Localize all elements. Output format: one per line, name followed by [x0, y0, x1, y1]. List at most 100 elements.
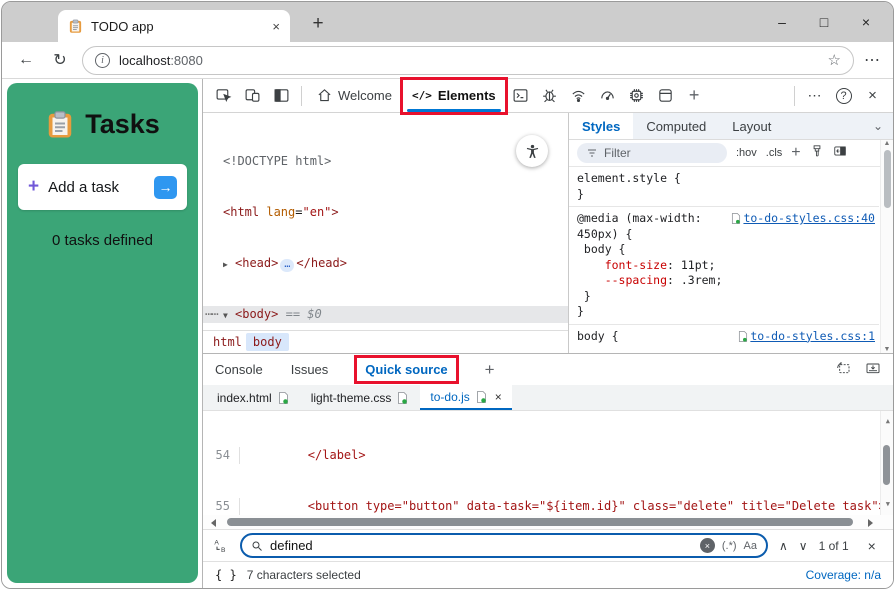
refresh-button[interactable]: ↻: [48, 50, 72, 70]
active-tab-underline: [406, 108, 501, 112]
network-wifi-icon[interactable]: [564, 81, 593, 111]
expand-arrow-icon[interactable]: ▶: [223, 256, 228, 273]
collapsed-content-button[interactable]: …: [280, 259, 295, 272]
new-style-rule-button[interactable]: +: [791, 144, 800, 162]
tree-line-head[interactable]: ▶ <head>… </head>: [203, 255, 568, 272]
hover-state-toggle[interactable]: :hov: [736, 147, 757, 159]
devtools-toolbar: Welcome </> Elements + ⋯ ? ×: [203, 76, 893, 115]
browser-tab[interactable]: TODO app ×: [58, 10, 290, 42]
clipboard-favicon-icon: [69, 19, 82, 33]
drawer-tabs: Console Issues Quick source +: [203, 354, 893, 385]
close-file-icon[interactable]: ×: [495, 390, 502, 404]
scrollbar-thumb[interactable]: [227, 518, 853, 526]
devtools-drawer: Console Issues Quick source + index.html…: [203, 353, 893, 588]
chevron-down-icon[interactable]: ⌄: [873, 113, 893, 139]
scrollbar-thumb[interactable]: [883, 150, 891, 208]
clipboard-icon: [48, 110, 72, 137]
devtools-help-icon[interactable]: ?: [829, 81, 858, 111]
node-menu-dots[interactable]: ⋯⋯: [205, 306, 218, 323]
add-task-field[interactable]: + Add a task →: [18, 164, 187, 210]
tree-line-html[interactable]: <html lang="en">: [203, 204, 568, 221]
window-maximize-button[interactable]: □: [803, 2, 845, 42]
file-tab-index-html[interactable]: index.html: [207, 385, 299, 410]
application-box-icon[interactable]: [651, 81, 680, 111]
devtools-close-button[interactable]: ×: [858, 81, 887, 111]
tab-close-icon[interactable]: ×: [272, 19, 280, 34]
url-field[interactable]: i localhost:8080 ☆: [82, 45, 854, 75]
search-icon: [252, 541, 262, 551]
code-line: 55 <button type="button" data-task="${it…: [215, 498, 893, 515]
activity-bar-toggle-icon[interactable]: [267, 81, 296, 111]
console-icon[interactable]: [506, 81, 535, 111]
stylesheet-link[interactable]: to-do-styles.css:40: [731, 211, 875, 227]
more-tools-button[interactable]: +: [680, 81, 709, 111]
new-tab-button[interactable]: +: [304, 10, 332, 38]
window-minimize-button[interactable]: –: [761, 2, 803, 42]
file-tab-light-theme-css[interactable]: light-theme.css: [301, 385, 419, 410]
tab-elements[interactable]: </> Elements: [399, 76, 508, 115]
tab-computed[interactable]: Computed: [633, 113, 719, 139]
stylesheet-link[interactable]: to-do-styles.css:1: [738, 329, 875, 345]
performance-gauge-icon[interactable]: [593, 81, 622, 111]
breadcrumb-body[interactable]: body: [245, 333, 289, 351]
tab-styles[interactable]: Styles: [569, 113, 634, 139]
submit-task-button[interactable]: →: [154, 175, 177, 199]
tree-line-doctype[interactable]: <!DOCTYPE html>: [203, 153, 568, 170]
tab-layout[interactable]: Layout: [719, 113, 784, 139]
breadcrumb-html[interactable]: html: [213, 335, 242, 349]
tab-console[interactable]: Console: [215, 362, 263, 377]
scrollbar-thumb[interactable]: [883, 445, 890, 485]
find-next-button[interactable]: ∨: [799, 539, 808, 553]
styles-filter-input[interactable]: Filter: [577, 143, 727, 163]
dock-drawer-icon[interactable]: [865, 360, 881, 379]
url-host: localhost: [119, 52, 171, 68]
browser-menu-button[interactable]: ⋯: [864, 50, 881, 70]
device-emulation-icon[interactable]: [238, 81, 267, 111]
clear-search-icon[interactable]: ×: [699, 538, 715, 553]
find-replace-toggle-icon[interactable]: AB: [213, 538, 229, 554]
style-rule-element[interactable]: element.style {}: [569, 167, 879, 207]
style-rule-body[interactable]: to-do-styles.css:1 body {: [569, 325, 879, 349]
class-toggle[interactable]: .cls: [766, 147, 783, 159]
code-horizontal-scrollbar[interactable]: [203, 515, 893, 529]
paintbrush-icon[interactable]: [810, 144, 824, 163]
inspect-icon[interactable]: [209, 81, 238, 111]
tab-quick-source[interactable]: Quick source: [354, 355, 459, 384]
undock-drawer-icon[interactable]: [835, 360, 851, 379]
source-code-view[interactable]: 54 </label> 55 <button type="button" dat…: [203, 411, 893, 515]
accessibility-overlay-button[interactable]: [516, 135, 548, 167]
search-input[interactable]: defined × (.*) Aa: [240, 533, 768, 558]
file-tab-to-do-js[interactable]: to-do.js ×: [420, 385, 512, 410]
scroll-left-arrow[interactable]: [211, 519, 216, 527]
code-vertical-scrollbar[interactable]: ▲ ▼: [880, 411, 893, 515]
collapse-arrow-icon[interactable]: ▼: [223, 307, 228, 324]
match-case-toggle[interactable]: Aa: [744, 540, 757, 552]
bookmark-star-icon[interactable]: ☆: [828, 51, 841, 69]
pretty-print-icon[interactable]: { }: [215, 568, 237, 582]
address-bar: ← ↻ i localhost:8080 ☆ ⋯: [2, 42, 893, 79]
find-bar: AB defined × (.*) Aa ∧ ∨ 1 of 1 ×: [203, 529, 893, 561]
memory-chip-icon[interactable]: [622, 81, 651, 111]
tree-line-body[interactable]: ⋯⋯ ▼ <body> == $0: [203, 306, 568, 323]
site-info-icon[interactable]: i: [95, 52, 110, 68]
close-find-bar-icon[interactable]: ×: [868, 538, 876, 554]
tab-issues[interactable]: Issues: [291, 362, 329, 377]
back-button[interactable]: ←: [14, 51, 38, 69]
style-rule-media[interactable]: to-do-styles.css:40 @media (max-width: 450…: [569, 207, 879, 325]
add-drawer-tab-button[interactable]: +: [485, 360, 495, 380]
svg-text:A: A: [214, 539, 219, 546]
computed-pane-toggle-icon[interactable]: [833, 144, 847, 163]
window-close-button[interactable]: ×: [845, 2, 887, 42]
titlebar: TODO app × + – □ ×: [2, 2, 893, 42]
file-icon: [476, 390, 486, 403]
find-previous-button[interactable]: ∧: [779, 539, 788, 553]
file-icon: [732, 213, 741, 225]
tab-welcome[interactable]: Welcome: [307, 79, 402, 113]
styles-scrollbar[interactable]: ▲ ▼: [880, 140, 893, 353]
devtools-more-menu[interactable]: ⋯: [800, 81, 829, 111]
debugger-bug-icon[interactable]: [535, 81, 564, 111]
regex-toggle[interactable]: (.*): [722, 540, 737, 552]
scroll-right-arrow[interactable]: [868, 519, 873, 527]
page-title-text: Tasks: [85, 109, 160, 139]
coverage-link[interactable]: Coverage: n/a: [806, 568, 881, 582]
